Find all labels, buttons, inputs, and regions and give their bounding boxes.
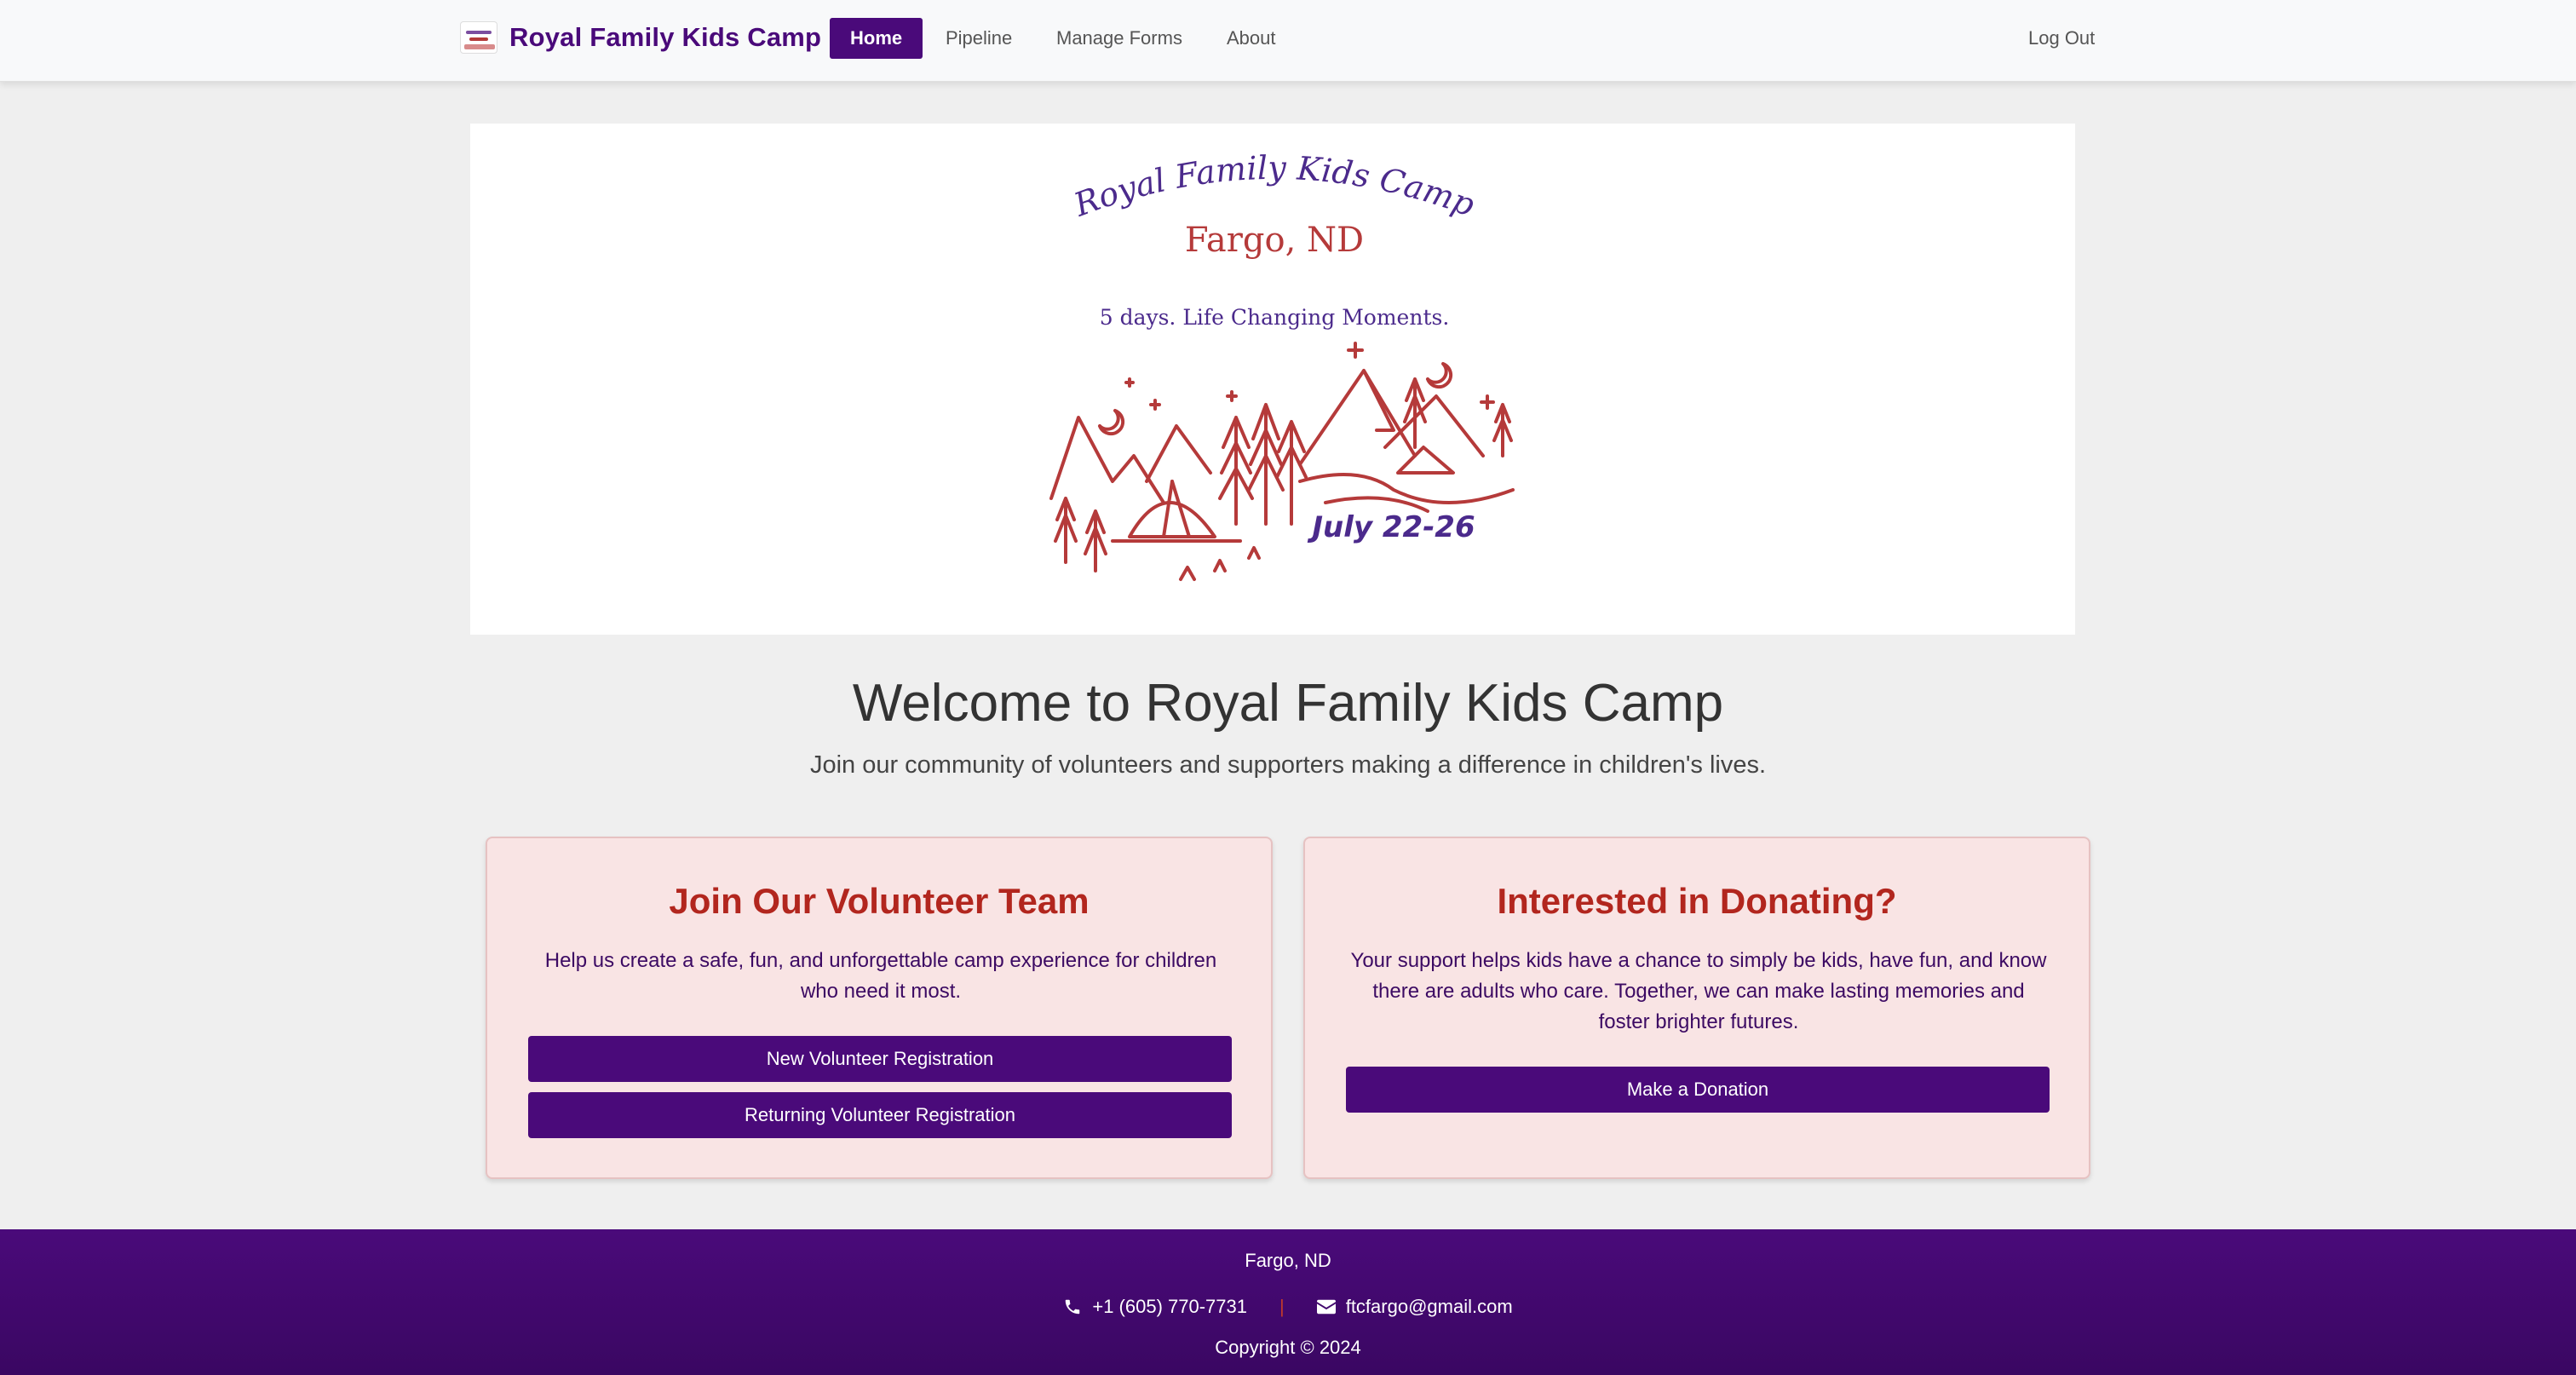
brand-name[interactable]: Royal Family Kids Camp	[509, 22, 821, 53]
new-volunteer-registration-button[interactable]: New Volunteer Registration	[528, 1036, 1232, 1082]
hero-tagline: 5 days. Life Changing Moments.	[1100, 305, 1450, 330]
top-navbar: Royal Family Kids Camp Home Pipeline Man…	[0, 0, 2576, 82]
brand-logo	[460, 21, 497, 54]
footer: Fargo, ND +1 (605) 770-7731 | ftcfargo@g…	[0, 1229, 2576, 1375]
donate-card-title: Interested in Donating?	[1497, 881, 1897, 921]
volunteer-card-text: Help us create a safe, fun, and unforget…	[544, 949, 1217, 1003]
footer-separator: |	[1279, 1296, 1285, 1317]
footer-email-text[interactable]: ftcfargo@gmail.com	[1346, 1296, 1513, 1318]
nav-link-about[interactable]: About	[1227, 18, 1276, 59]
footer-phone[interactable]: +1 (605) 770-7731	[1063, 1296, 1247, 1318]
make-donation-button[interactable]: Make a Donation	[1346, 1067, 2050, 1113]
donate-card: Interested in Donating? Your support hel…	[1303, 837, 2090, 1179]
page-subtitle: Join our community of volunteers and sup…	[809, 751, 1767, 779]
footer-phone-text[interactable]: +1 (605) 770-7731	[1092, 1296, 1247, 1318]
hero-dates: July 22-26	[1307, 510, 1475, 544]
envelope-icon	[1316, 1299, 1336, 1315]
hero-arc-title: Royal Family Kids Camp	[1068, 149, 1480, 224]
logout-link[interactable]: Log Out	[2028, 18, 2095, 59]
page-title: Welcome to Royal Family Kids Camp	[852, 674, 1724, 733]
brand[interactable]: Royal Family Kids Camp	[460, 17, 821, 58]
volunteer-card: Join Our Volunteer Team Help us create a…	[486, 837, 1273, 1179]
nav-link-pipeline[interactable]: Pipeline	[946, 18, 1012, 59]
footer-email[interactable]: ftcfargo@gmail.com	[1316, 1296, 1513, 1318]
hero-location: Fargo, ND	[1185, 221, 1364, 260]
phone-icon	[1066, 1299, 1080, 1315]
footer-contact: +1 (605) 770-7731 | ftcfargo@gmail.com	[0, 1292, 2576, 1321]
volunteer-card-title: Join Our Volunteer Team	[669, 881, 1090, 921]
nav-link-home[interactable]: Home	[830, 18, 923, 59]
donate-card-text: Your support helps kids have a chance to…	[1350, 949, 2047, 1033]
footer-city: Fargo, ND	[1245, 1250, 1331, 1271]
nav-link-manage-forms[interactable]: Manage Forms	[1056, 18, 1182, 59]
returning-volunteer-registration-button[interactable]: Returning Volunteer Registration	[528, 1092, 1232, 1138]
hero-camp-illustration: Royal Family Kids Camp Fargo, ND 5 days.…	[1019, 124, 1530, 635]
footer-copyright: Copyright © 2024	[1215, 1337, 1361, 1358]
